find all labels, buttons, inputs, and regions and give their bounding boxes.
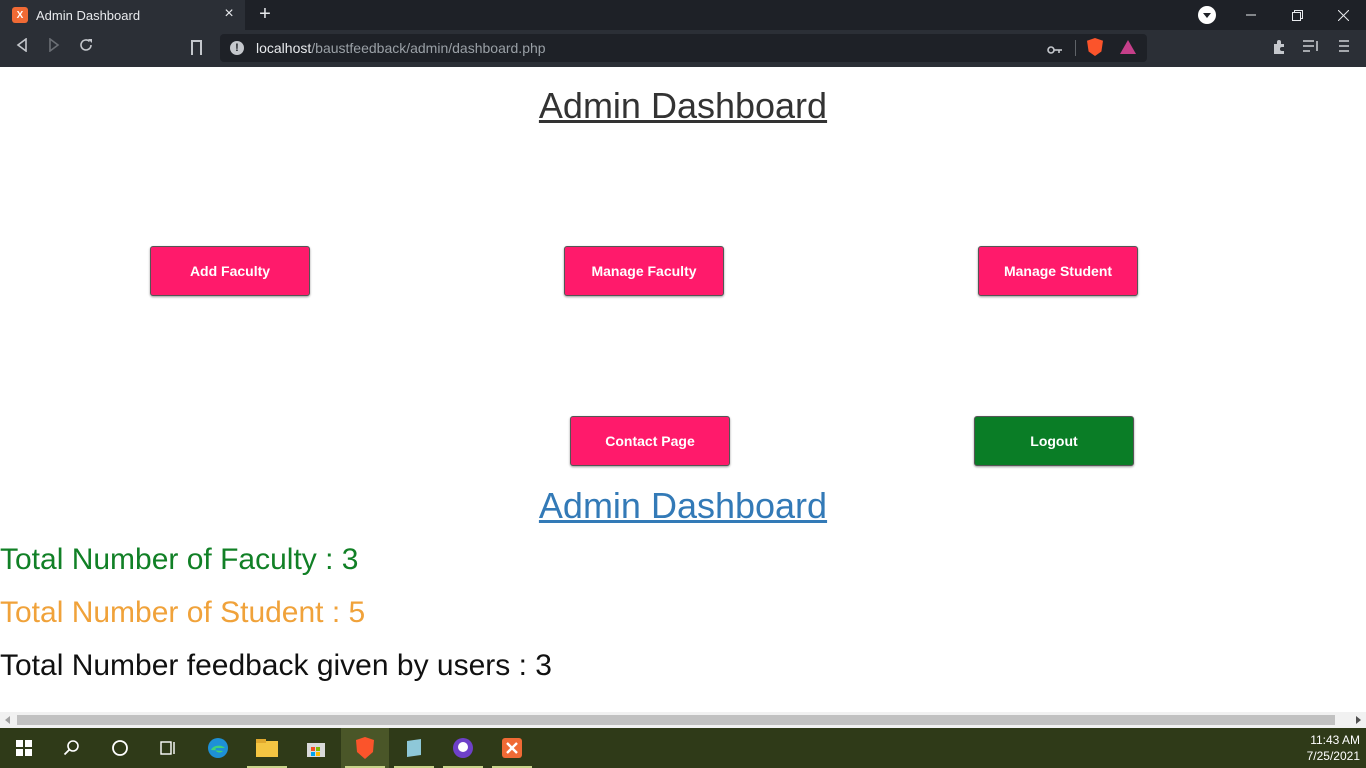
close-tab-icon[interactable]: × <box>221 6 237 22</box>
scroll-right-icon[interactable] <box>1356 716 1361 724</box>
faculty-count-stat: Total Number of Faculty : 3 <box>0 543 359 576</box>
start-icon[interactable] <box>0 728 48 768</box>
brave-rewards-icon[interactable] <box>1120 40 1136 54</box>
contact-page-button[interactable]: Contact Page <box>570 416 730 466</box>
browser-tab[interactable]: X Admin Dashboard × <box>0 0 245 30</box>
store-icon[interactable] <box>292 728 340 768</box>
xampp-favicon-icon: X <box>12 7 28 23</box>
address-bar[interactable]: ! localhost/baustfeedback/admin/dashboar… <box>220 34 1147 62</box>
edge-icon[interactable] <box>194 728 242 768</box>
restore-window-icon[interactable] <box>1274 0 1320 30</box>
xampp-icon[interactable] <box>488 728 536 768</box>
student-count-stat: Total Number of Student : 5 <box>0 596 366 629</box>
tab-title: Admin Dashboard <box>36 7 141 23</box>
search-icon[interactable] <box>48 728 96 768</box>
file-explorer-icon[interactable] <box>243 728 291 768</box>
browser-toolbar: ! localhost/baustfeedback/admin/dashboar… <box>0 30 1366 67</box>
logout-button[interactable]: Logout <box>974 416 1134 466</box>
github-icon[interactable] <box>439 728 487 768</box>
clock-time: 11:43 AM <box>1310 733 1360 747</box>
media-playlist-icon[interactable] <box>1302 39 1320 57</box>
url-text[interactable]: localhost/baustfeedback/admin/dashboard.… <box>256 40 546 56</box>
page-content: Admin Dashboard Add Faculty Manage Facul… <box>0 67 1366 712</box>
back-icon[interactable] <box>12 37 32 58</box>
manage-faculty-button[interactable]: Manage Faculty <box>564 246 724 296</box>
tab-search-dropdown-icon[interactable] <box>1198 6 1216 24</box>
scroll-left-icon[interactable] <box>5 716 10 724</box>
system-clock[interactable]: 11:43 AM 7/25/2021 <box>1307 732 1360 764</box>
new-tab-button[interactable]: + <box>255 4 275 24</box>
task-view-icon[interactable] <box>144 728 192 768</box>
add-faculty-button[interactable]: Add Faculty <box>150 246 310 296</box>
address-bar-divider <box>1075 40 1076 56</box>
menu-icon[interactable] <box>1335 39 1353 57</box>
brave-taskbar-icon[interactable] <box>341 728 389 768</box>
minimize-window-icon[interactable] <box>1228 0 1274 30</box>
admin-dashboard-link[interactable]: Admin Dashboard <box>0 485 1366 527</box>
site-info-icon[interactable]: ! <box>230 41 244 55</box>
notepad-icon[interactable] <box>390 728 438 768</box>
bookmark-icon[interactable] <box>191 40 202 55</box>
feedback-count-stat: Total Number feedback given by users : 3 <box>0 649 552 682</box>
windows-taskbar: 11:43 AM 7/25/2021 <box>0 728 1366 768</box>
clock-date: 7/25/2021 <box>1306 749 1360 763</box>
password-key-icon[interactable] <box>1047 41 1063 54</box>
page-title: Admin Dashboard <box>538 85 828 126</box>
forward-icon[interactable] <box>44 37 64 58</box>
scrollbar-thumb[interactable] <box>17 715 1335 725</box>
close-window-icon[interactable] <box>1320 0 1366 30</box>
reload-icon[interactable] <box>76 38 96 58</box>
horizontal-scrollbar[interactable] <box>0 712 1366 728</box>
browser-tab-strip: X Admin Dashboard × + <box>0 0 1366 30</box>
extensions-icon[interactable] <box>1270 39 1288 57</box>
manage-student-button[interactable]: Manage Student <box>978 246 1138 296</box>
cortana-icon[interactable] <box>96 728 144 768</box>
